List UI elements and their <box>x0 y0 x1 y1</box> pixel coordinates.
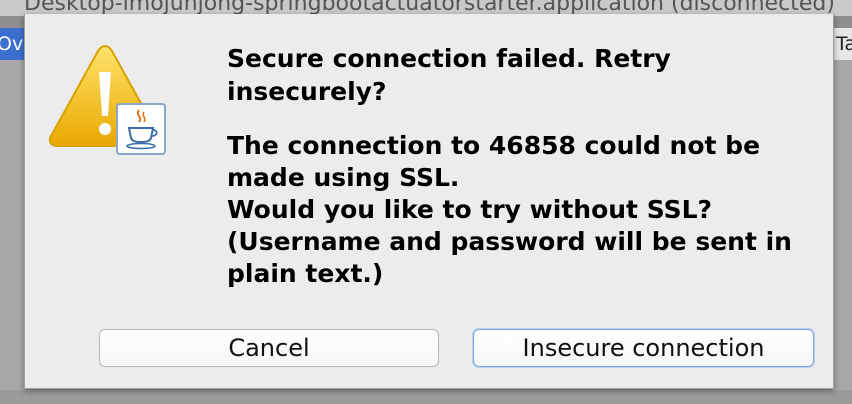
dialog-body: The connection to 46858 could not be mad… <box>227 131 792 288</box>
dialog-title: Secure connection failed. Retry insecure… <box>227 44 671 106</box>
warning-java-icon <box>47 42 167 157</box>
background-tab-overview[interactable]: Ove <box>0 28 24 60</box>
warning-triangle-icon <box>48 44 166 155</box>
background-right-panel <box>832 60 852 404</box>
insecure-connection-button[interactable]: Insecure connection <box>473 329 814 367</box>
java-badge-icon <box>116 103 166 155</box>
ssl-failure-dialog: Secure connection failed. Retry insecure… <box>24 14 834 389</box>
background-left-panel <box>0 60 24 404</box>
dialog-message: Secure connection failed. Retry insecure… <box>227 42 807 290</box>
background-bottom-panel <box>0 390 852 404</box>
cancel-button[interactable]: Cancel <box>99 329 439 367</box>
